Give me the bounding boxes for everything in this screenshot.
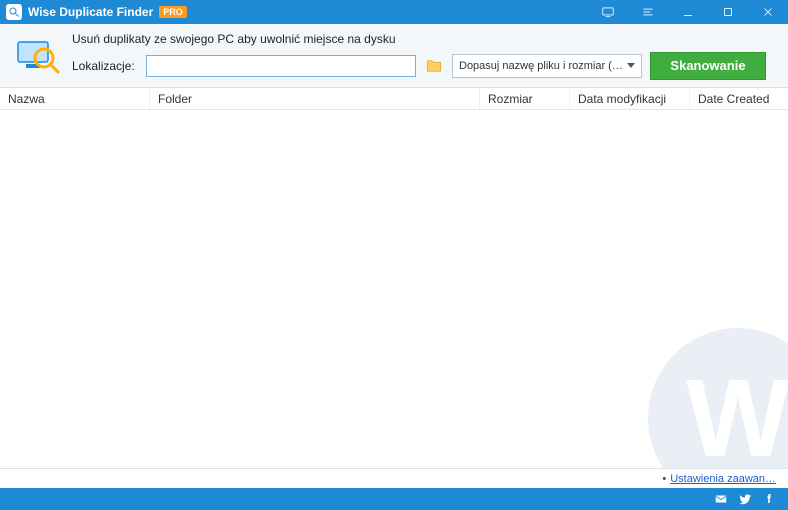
maximize-button[interactable] bbox=[708, 0, 748, 24]
app-title: Wise Duplicate Finder bbox=[28, 5, 153, 19]
match-mode-select[interactable]: Dopasuj nazwę pliku i rozmiar (… bbox=[452, 54, 642, 78]
menu-icon[interactable] bbox=[628, 0, 668, 24]
column-created[interactable]: Date Created bbox=[690, 88, 788, 109]
column-headers: Nazwa Folder Rozmiar Data modyfikacji Da… bbox=[0, 88, 788, 110]
column-name[interactable]: Nazwa bbox=[0, 88, 150, 109]
chevron-down-icon bbox=[627, 63, 635, 68]
results-area: W bbox=[0, 110, 788, 468]
close-button[interactable] bbox=[748, 0, 788, 24]
watermark-logo: W bbox=[648, 328, 788, 468]
scan-illustration-icon bbox=[12, 36, 60, 76]
scan-button[interactable]: Skanowanie bbox=[650, 52, 766, 80]
window-controls bbox=[588, 0, 788, 24]
scan-button-label: Skanowanie bbox=[670, 58, 745, 73]
facebook-icon[interactable]: f bbox=[762, 492, 776, 506]
column-modified[interactable]: Data modyfikacji bbox=[570, 88, 690, 109]
mail-icon[interactable] bbox=[714, 492, 728, 506]
browse-folder-button[interactable] bbox=[424, 56, 444, 76]
minimize-button[interactable] bbox=[668, 0, 708, 24]
match-mode-label: Dopasuj nazwę pliku i rozmiar (… bbox=[459, 60, 623, 72]
footer: f bbox=[0, 488, 788, 510]
column-size[interactable]: Rozmiar bbox=[480, 88, 570, 109]
twitter-icon[interactable] bbox=[738, 492, 752, 506]
location-label: Lokalizacje: bbox=[72, 59, 138, 73]
location-input[interactable] bbox=[146, 55, 416, 77]
advanced-settings-link[interactable]: Ustawienia zaawan… bbox=[670, 473, 776, 485]
feedback-icon[interactable] bbox=[588, 0, 628, 24]
toolbar: Usuń duplikaty ze swojego PC aby uwolnić… bbox=[0, 24, 788, 88]
pro-badge: PRO bbox=[159, 6, 187, 18]
titlebar: Wise Duplicate Finder PRO bbox=[0, 0, 788, 24]
headline-text: Usuń duplikaty ze swojego PC aby uwolnić… bbox=[72, 32, 776, 46]
app-icon bbox=[6, 4, 22, 20]
linkbar: • Ustawienia zaawan… bbox=[0, 468, 788, 488]
bullet-icon: • bbox=[662, 473, 666, 485]
column-folder[interactable]: Folder bbox=[150, 88, 480, 109]
